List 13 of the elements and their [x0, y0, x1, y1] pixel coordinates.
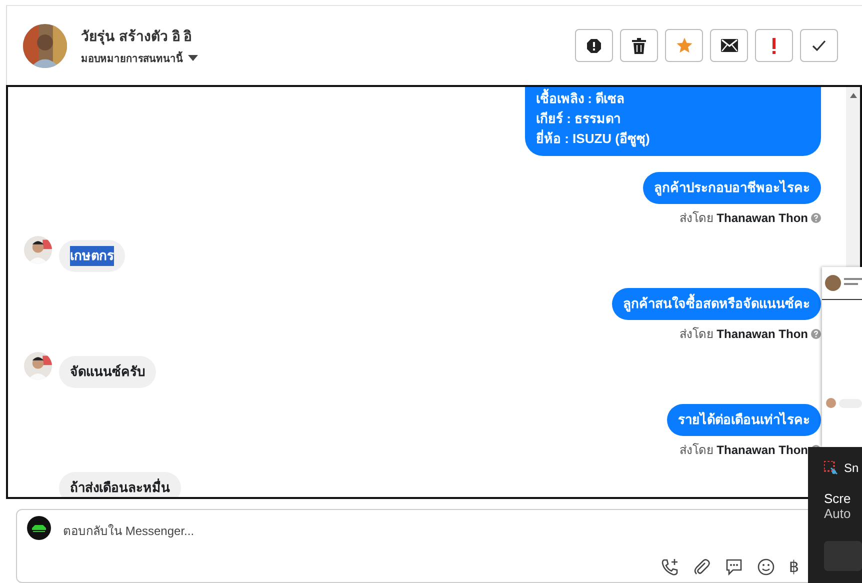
message-bubble: ลูกค้าประกอบอาชีพอะไรคะ: [643, 172, 821, 204]
sender-note: ส่งโดย Thanawan Thon: [679, 326, 808, 343]
message-bubble: รายได้ต่อเดือนเท่าไรคะ: [667, 404, 821, 436]
sender-note: ส่งโดย Thanawan Thon: [679, 442, 808, 459]
message-bubble: จัดแนนซ์ครับ: [59, 356, 156, 388]
app-name: Sn: [844, 461, 859, 475]
sender-note: ส่งโดย Thanawan Thon: [679, 210, 808, 227]
contact-name: วัยรุ่น สร้างตัว อิ อิ: [81, 27, 193, 47]
message-bubble: ถ้าส่งเดือนละหมื่น: [59, 472, 181, 497]
notification-title: Scre: [824, 491, 852, 506]
message-bubble: ลูกค้าสนใจซื้อสดหรือจัดแนนซ์คะ: [612, 288, 821, 320]
message-bubble: เชื้อเพลิง : ดีเซล เกียร์ : ธรรมดา ยี่ห้อ : ISUZU (อีซูซุ): [525, 87, 821, 156]
message-bubble: เกษตกร: [59, 240, 125, 272]
